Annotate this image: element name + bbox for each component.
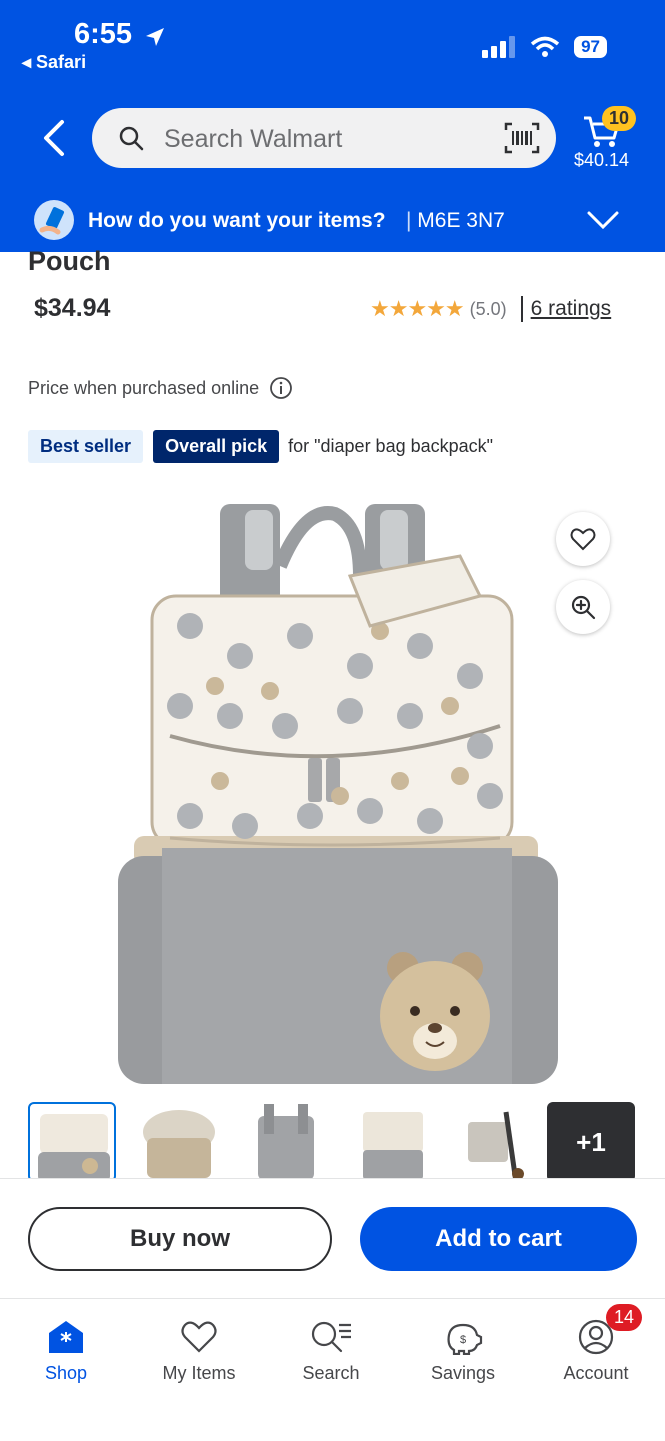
add-to-cart-button[interactable]: Add to cart bbox=[360, 1207, 637, 1271]
tab-search[interactable]: Search bbox=[276, 1317, 386, 1384]
wifi-icon bbox=[530, 36, 560, 57]
battery-indicator: 97 bbox=[574, 36, 607, 58]
back-to-safari-link[interactable]: ◂ Safari bbox=[22, 52, 86, 73]
tab-label: Shop bbox=[44, 1363, 88, 1383]
info-icon[interactable] bbox=[269, 376, 293, 400]
back-button[interactable] bbox=[38, 118, 74, 158]
status-indicators: 97 bbox=[482, 36, 607, 58]
rating-score: (5.0) bbox=[469, 298, 507, 319]
product-title: Pouch bbox=[28, 246, 111, 276]
rating-divider bbox=[520, 296, 523, 322]
product-image[interactable] bbox=[110, 496, 560, 1088]
overall-pick-badge: Overall pick bbox=[153, 430, 280, 463]
location-arrow-icon bbox=[146, 28, 164, 46]
svg-text:$: $ bbox=[460, 1334, 466, 1346]
tab-shop[interactable]: Shop bbox=[11, 1317, 121, 1384]
tab-label: Savings bbox=[430, 1363, 496, 1383]
search-list-icon bbox=[311, 1321, 351, 1353]
price-note-text: Price when purchased online bbox=[28, 377, 260, 398]
barcode-scan-icon[interactable] bbox=[504, 122, 540, 154]
delivery-phone-icon bbox=[34, 200, 74, 240]
badge-context: for "diaper bag backpack" bbox=[288, 436, 494, 456]
tab-label: My Items bbox=[162, 1363, 236, 1383]
more-images-thumbnail[interactable]: +1 bbox=[547, 1102, 635, 1178]
piggy-bank-icon: $ bbox=[447, 1323, 483, 1355]
product-price: $34.94 bbox=[34, 294, 111, 322]
app-header: 6:55 ◂ Safari 97 10 $40.14 bbox=[0, 0, 665, 252]
zoom-in-icon bbox=[571, 595, 596, 620]
thumbnail[interactable] bbox=[135, 1102, 223, 1178]
rating-stars: ★★★★★ bbox=[370, 296, 465, 321]
best-seller-badge: Best seller bbox=[28, 430, 144, 463]
chevron-down-icon bbox=[587, 211, 619, 230]
zoom-button[interactable] bbox=[556, 580, 610, 634]
cart-button[interactable]: 10 $40.14 bbox=[574, 104, 644, 174]
heart-icon bbox=[181, 1321, 217, 1353]
thumbnail[interactable] bbox=[28, 1102, 116, 1178]
thumbnail[interactable] bbox=[456, 1102, 544, 1178]
shop-icon bbox=[49, 1321, 83, 1353]
account-notification-badge: 14 bbox=[606, 1304, 643, 1331]
signal-icon bbox=[482, 36, 516, 58]
tab-label: Account bbox=[563, 1363, 629, 1383]
delivery-separator: | bbox=[406, 209, 418, 232]
thumbnail[interactable] bbox=[242, 1102, 330, 1178]
cart-count-badge: 10 bbox=[602, 106, 636, 131]
search-bar[interactable] bbox=[92, 108, 556, 168]
tab-savings[interactable]: $ Savings bbox=[408, 1317, 518, 1384]
product-badges: Best seller Overall pick for "diaper bag… bbox=[28, 430, 493, 463]
tab-label: Search bbox=[302, 1363, 360, 1383]
bottom-tab-bar: Shop My Items Search $ Savings Account bbox=[0, 1298, 665, 1441]
search-icon bbox=[119, 126, 144, 151]
heart-icon bbox=[570, 528, 596, 551]
tab-my-items[interactable]: My Items bbox=[144, 1317, 254, 1384]
thumbnail[interactable] bbox=[349, 1102, 437, 1178]
delivery-question: How do you want your items? bbox=[88, 209, 386, 232]
price-note: Price when purchased online bbox=[28, 376, 293, 400]
buy-now-button[interactable]: Buy now bbox=[28, 1207, 332, 1271]
product-rating: ★★★★★ (5.0) 6 ratings bbox=[370, 296, 611, 322]
cart-total: $40.14 bbox=[574, 150, 630, 170]
image-thumbnails: +1 bbox=[28, 1102, 665, 1178]
favorite-button[interactable] bbox=[556, 512, 610, 566]
ratings-link[interactable]: 6 ratings bbox=[531, 297, 612, 321]
search-input[interactable] bbox=[162, 122, 486, 156]
delivery-location: | M6E 3N7 bbox=[406, 209, 505, 233]
delivery-selector[interactable]: How do you want your items? | M6E 3N7 bbox=[0, 190, 665, 252]
purchase-actions: Buy now Add to cart bbox=[0, 1178, 665, 1299]
status-time: 6:55 bbox=[74, 18, 133, 50]
delivery-zip: M6E 3N7 bbox=[417, 209, 505, 232]
